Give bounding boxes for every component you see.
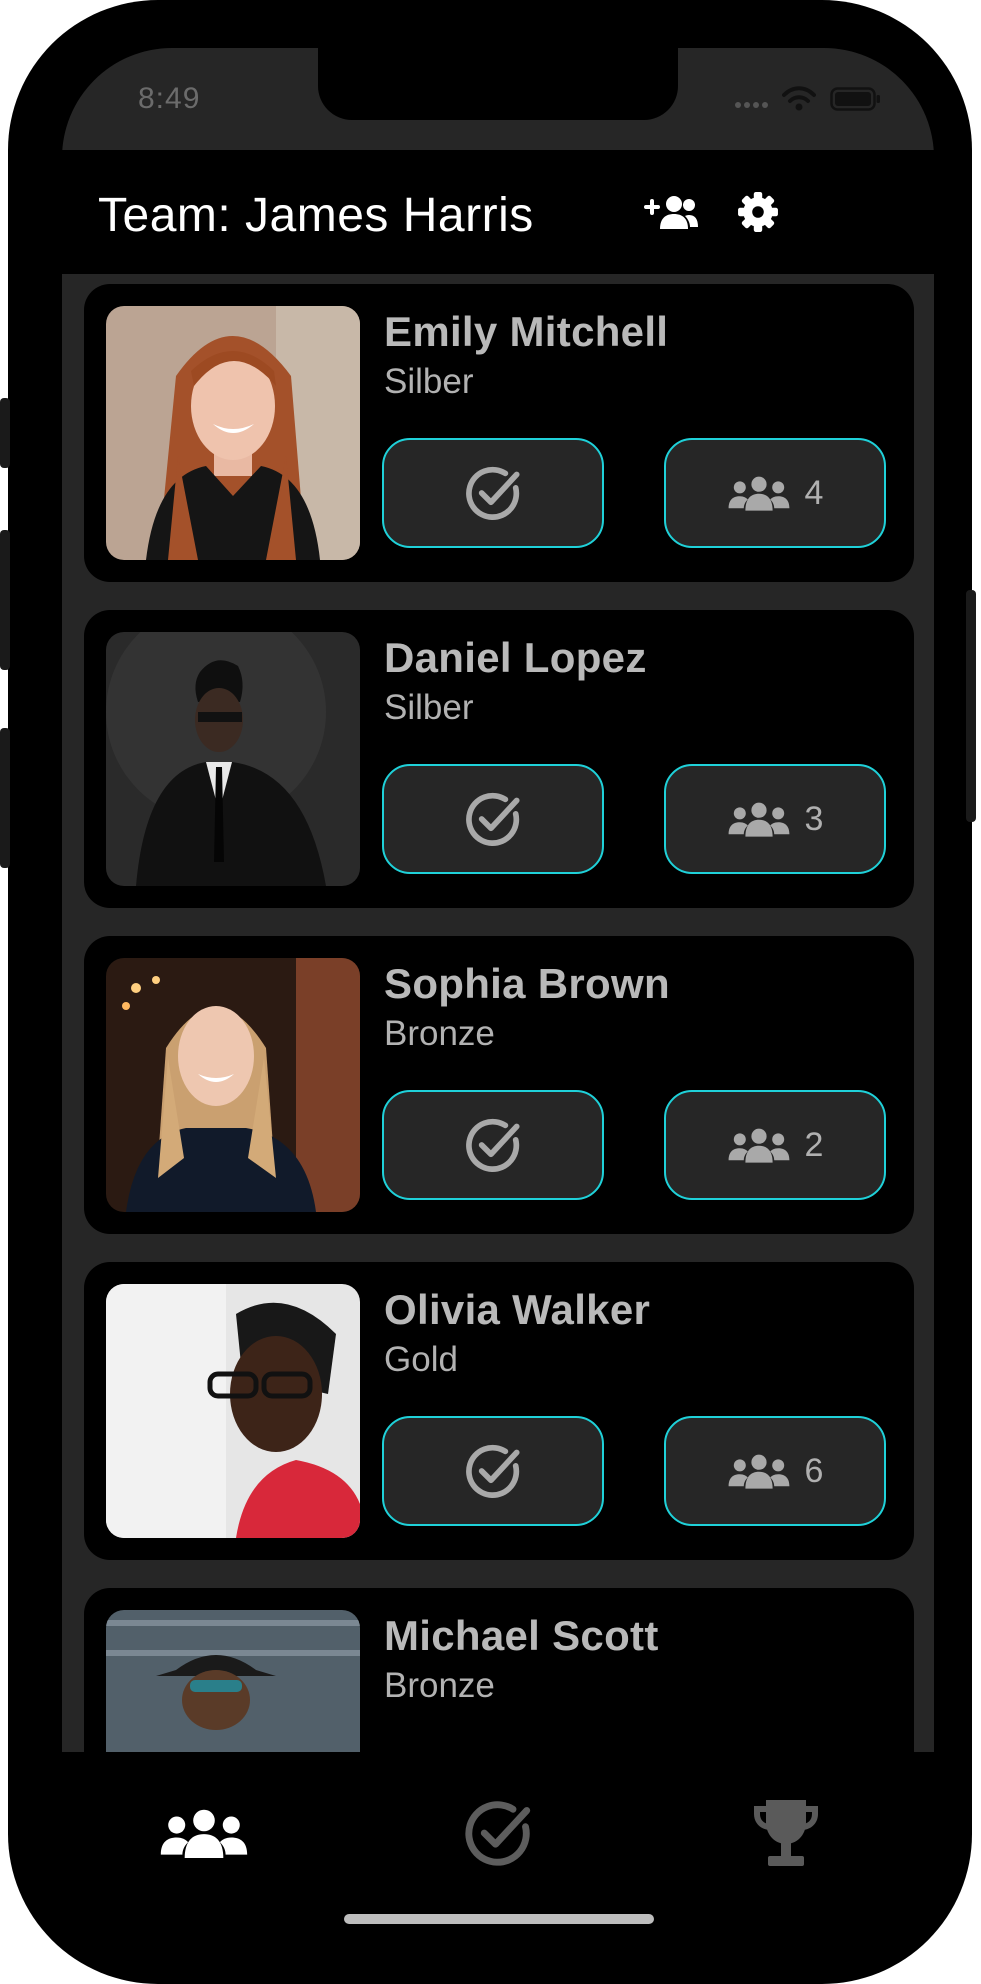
member-name: Emily Mitchell bbox=[384, 308, 669, 355]
member-tier: Gold bbox=[384, 1340, 458, 1379]
tab-check-in[interactable] bbox=[438, 1788, 558, 1878]
gear-icon bbox=[738, 192, 778, 232]
volume-up-button bbox=[0, 530, 10, 670]
tab-team[interactable] bbox=[144, 1788, 264, 1878]
member-photo bbox=[106, 632, 360, 886]
team-count: 3 bbox=[804, 799, 824, 838]
team-icon bbox=[727, 801, 791, 837]
member-tier: Silber bbox=[384, 362, 474, 401]
check-in-button[interactable] bbox=[382, 1090, 604, 1200]
check-in-button[interactable] bbox=[382, 764, 604, 874]
volume-down-button bbox=[0, 728, 10, 868]
signal-icon bbox=[735, 102, 768, 108]
member-list[interactable]: Emily Mitchell Silber 4 Daniel Lopez Sil… bbox=[62, 274, 934, 1752]
status-bar: 8:49 bbox=[62, 48, 934, 150]
check-circle-icon bbox=[460, 460, 526, 526]
member-tier: Bronze bbox=[384, 1666, 495, 1705]
member-name: Daniel Lopez bbox=[384, 634, 647, 681]
notch bbox=[318, 48, 678, 120]
add-member-button[interactable] bbox=[642, 186, 702, 238]
status-icons bbox=[734, 86, 882, 112]
team-count: 6 bbox=[804, 1451, 824, 1490]
check-circle-icon bbox=[458, 1793, 538, 1873]
check-in-button[interactable] bbox=[382, 1416, 604, 1526]
team-count: 2 bbox=[804, 1125, 824, 1164]
tab-leaderboard[interactable] bbox=[726, 1788, 846, 1878]
member-name: Michael Scott bbox=[384, 1612, 659, 1659]
battery-icon bbox=[830, 87, 880, 111]
phone-frame: 8:49 Team: James Harris Emily Mitchell S… bbox=[0, 0, 976, 1984]
member-photo bbox=[106, 1284, 360, 1538]
member-card[interactable]: Michael Scott Bronze bbox=[84, 1588, 914, 1752]
team-icon bbox=[727, 475, 791, 511]
page-title: Team: James Harris bbox=[98, 189, 534, 242]
check-circle-icon bbox=[460, 1112, 526, 1178]
home-indicator[interactable] bbox=[344, 1914, 654, 1924]
member-tier: Bronze bbox=[384, 1014, 495, 1053]
member-photo bbox=[106, 306, 360, 560]
status-time: 8:49 bbox=[138, 82, 201, 115]
team-count: 4 bbox=[804, 473, 824, 512]
tab-bar bbox=[62, 1752, 934, 1934]
member-photo bbox=[106, 958, 360, 1212]
team-members-button[interactable]: 3 bbox=[664, 764, 886, 874]
team-icon bbox=[158, 1808, 250, 1858]
settings-button[interactable] bbox=[728, 186, 788, 238]
screen: 8:49 Team: James Harris Emily Mitchell S… bbox=[62, 48, 934, 1934]
member-name: Olivia Walker bbox=[384, 1286, 651, 1333]
member-tier: Silber bbox=[384, 688, 474, 727]
check-circle-icon bbox=[460, 786, 526, 852]
team-icon bbox=[727, 1453, 791, 1489]
member-name: Sophia Brown bbox=[384, 960, 670, 1007]
team-members-button[interactable]: 2 bbox=[664, 1090, 886, 1200]
team-members-button[interactable]: 4 bbox=[664, 438, 886, 548]
add-user-icon bbox=[644, 196, 698, 229]
check-in-button[interactable] bbox=[382, 438, 604, 548]
wifi-icon bbox=[782, 86, 816, 111]
member-card[interactable]: Olivia Walker Gold 6 bbox=[84, 1262, 914, 1560]
member-card[interactable]: Sophia Brown Bronze 2 bbox=[84, 936, 914, 1234]
team-members-button[interactable]: 6 bbox=[664, 1416, 886, 1526]
trophy-icon bbox=[754, 1800, 818, 1866]
team-icon bbox=[727, 1127, 791, 1163]
member-card[interactable]: Daniel Lopez Silber 3 bbox=[84, 610, 914, 908]
app-header: Team: James Harris bbox=[62, 150, 934, 274]
power-button bbox=[966, 590, 976, 822]
member-card[interactable]: Emily Mitchell Silber 4 bbox=[84, 284, 914, 582]
mute-switch bbox=[0, 398, 10, 468]
check-circle-icon bbox=[460, 1438, 526, 1504]
member-photo bbox=[106, 1610, 360, 1752]
